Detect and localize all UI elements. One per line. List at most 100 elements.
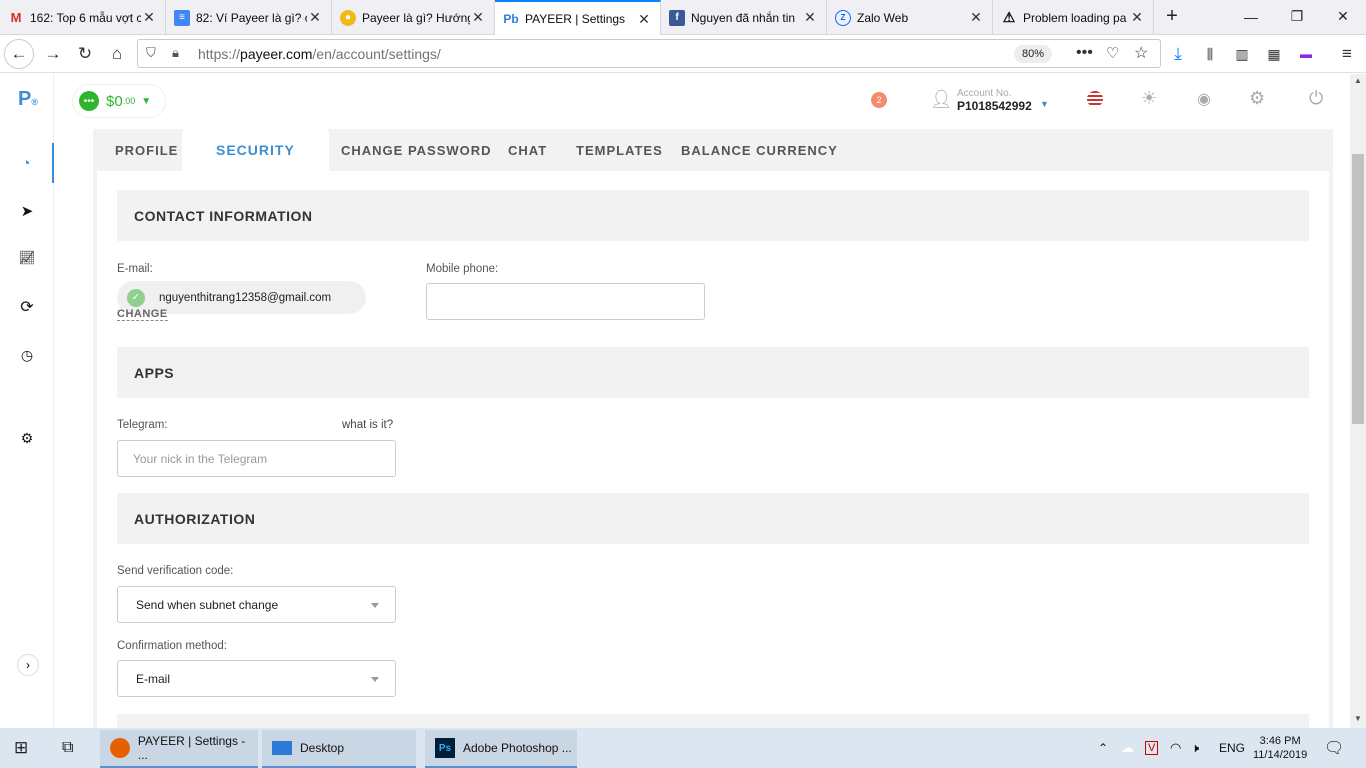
account-dropdown-icon[interactable]: ▼ [1040,99,1049,109]
close-tab-icon[interactable]: ✕ [307,9,323,26]
browser-tab-title: Zalo Web [857,10,909,25]
tray-chevron-up-icon[interactable]: ⌃ [1098,728,1108,768]
page-scrollbar[interactable]: ▲ ▼ [1350,74,1366,728]
top-bar: ••• $0.00 ▼ 2 👤︎ Account No. P1018542992… [54,74,1350,129]
mobile-phone-label: Mobile phone: [426,263,499,275]
email-label: E-mail: [117,263,153,275]
language-indicator[interactable]: ENG [1219,728,1245,768]
change-email-link[interactable]: CHANGE [117,308,168,321]
library-icon[interactable]: ⫼ [1195,39,1225,69]
extension-icon[interactable]: ▬ [1291,39,1321,69]
browser-tab[interactable]: ● Payeer là gì? Hướng ✕ [332,0,495,35]
nav-exchange[interactable]: ⟳ [0,287,54,327]
chevron-right-icon: › [26,658,30,672]
forward-button[interactable]: → [38,39,68,69]
taskbar-app-firefox[interactable]: PAYEER | Settings - ... [100,730,258,768]
brightness-icon[interactable]: ☀ [1141,88,1157,109]
zoom-level[interactable]: 80% [1014,45,1053,63]
browser-tab-title: 82: Ví Payeer là gì? c [196,10,307,25]
globe-icon[interactable]: ◉ [1197,89,1211,109]
clock[interactable]: 3:46 PM 11/14/2019 [1253,728,1307,768]
power-icon[interactable]: ⏻ [1309,88,1323,109]
shield-icon[interactable]: ⛉ [146,45,156,61]
pocket-icon[interactable]: ♡ [1106,44,1119,62]
close-tab-icon[interactable]: ✕ [968,9,984,26]
url-bar[interactable]: ⛉ 🔒︎ https://payeer.com/en/account/setti… [137,39,1161,68]
clock-icon: ◷ [20,346,34,363]
back-button[interactable]: ← [4,39,34,69]
reload-button[interactable]: ↻ [70,39,100,69]
new-tab-button[interactable]: + [1156,0,1188,33]
nav-trade[interactable]: 📈︎ [0,238,54,278]
url-text[interactable]: https://payeer.com/en/account/settings/ [198,46,441,62]
page: P® ◔ ➤ 📈︎ ⟳ ◷ ⚙ › ••• $0.00 ▼ 2 👤︎ Accou… [0,74,1350,728]
notifications-icon[interactable]: 🗨︎ [1324,728,1344,768]
taskbar-app-label: Adobe Photoshop ... [463,741,572,755]
download-icon[interactable]: ⤓ [1163,39,1193,69]
browser-tab[interactable]: ≡ 82: Ví Payeer là gì? c ✕ [166,0,332,35]
close-tab-icon[interactable]: ✕ [141,9,157,26]
tab-templates[interactable]: TEMPLATES [576,129,663,171]
taskbar-app-desktop[interactable]: Desktop [262,730,416,768]
confirmation-method-select[interactable]: E-mail [117,660,396,697]
browser-tab[interactable]: Z Zalo Web ✕ [827,0,993,35]
expand-nav-button[interactable]: › [17,654,39,676]
tab-balance-currency[interactable]: BALANCE CURRENCY [681,129,838,171]
nav-dashboard[interactable]: ◔ [0,143,54,183]
send-verification-select[interactable]: Send when subnet change [117,586,396,623]
gear-icon[interactable]: ⚙ [1249,88,1265,109]
taskbar-app-photoshop[interactable]: Ps Adobe Photoshop ... [425,730,577,768]
browser-tab[interactable]: M 162: Top 6 mẫu vợt c ✕ [0,0,166,35]
scroll-up-icon[interactable]: ▲ [1354,76,1362,85]
tab-profile[interactable]: PROFILE [115,129,178,171]
minimize-button[interactable]: — [1228,0,1274,33]
notification-badge[interactable]: 2 [871,92,887,108]
browser-tab[interactable]: f Nguyen đã nhắn tin ✕ [661,0,827,35]
payeer-icon: Pb [503,12,519,26]
scroll-down-icon[interactable]: ▼ [1354,714,1362,723]
clock-date: 11/14/2019 [1253,749,1308,761]
page-actions-icon[interactable]: ••• [1076,44,1093,62]
close-tab-icon[interactable]: ✕ [636,11,652,28]
browser-tab-title: 162: Top 6 mẫu vợt c [30,10,141,25]
tray-app-icon[interactable]: V [1145,728,1159,768]
nav-settings[interactable]: ⚙ [0,418,54,458]
firefox-icon [110,738,130,758]
nav-transfer[interactable]: ➤ [0,191,54,231]
lock-icon[interactable]: 🔒︎ [172,45,179,61]
windows-start-icon[interactable]: ⊞ [14,728,28,768]
bookmark-star-icon[interactable]: ☆ [1134,43,1148,63]
menu-icon[interactable]: ≡ [1332,39,1362,69]
scroll-thumb[interactable] [1352,154,1364,424]
browser-tab[interactable]: ⚠ Problem loading pa ✕ [993,0,1154,35]
tab-chat[interactable]: CHAT [508,129,547,171]
close-tab-icon[interactable]: ✕ [470,9,486,26]
payeer-logo[interactable]: P® [18,88,38,111]
sidebar-icon[interactable]: ▥ [1227,39,1257,69]
what-is-it-link[interactable]: what is it? [342,419,393,431]
telegram-input[interactable]: Your nick in the Telegram [117,440,396,477]
chevron-down-icon [371,677,379,682]
tab-change-password[interactable]: CHANGE PASSWORD [341,129,492,171]
us-flag-icon[interactable] [1087,91,1103,107]
close-window-button[interactable]: ✕ [1320,0,1366,33]
nav-history[interactable]: ◷ [0,335,54,375]
chart-icon: 📈︎ [18,250,36,265]
section-contact-information: CONTACT INFORMATION [117,190,1309,241]
close-tab-icon[interactable]: ✕ [1129,9,1145,26]
account-number[interactable]: P1018542992 [957,99,1032,113]
taskbar-app-label: PAYEER | Settings - ... [137,734,246,762]
home-button[interactable]: ⌂ [102,39,132,69]
cloud-icon[interactable]: ☁ [1121,728,1134,768]
volume-icon[interactable]: 🕨︎ [1191,728,1199,768]
clock-time: 3:46 PM [1259,735,1301,747]
task-view-icon[interactable]: ⧉ [62,728,73,768]
restore-button[interactable]: ❐ [1274,0,1320,33]
extensions-icon[interactable]: ▦ [1259,39,1289,69]
wifi-icon[interactable]: ◠ [1170,728,1181,768]
balance-button[interactable]: ••• $0.00 ▼ [72,84,167,118]
mobile-phone-field[interactable] [426,283,705,320]
close-tab-icon[interactable]: ✕ [802,9,818,26]
tab-security[interactable]: SECURITY [182,129,329,171]
browser-tab-active[interactable]: Pb PAYEER | Settings ✕ [495,0,661,36]
